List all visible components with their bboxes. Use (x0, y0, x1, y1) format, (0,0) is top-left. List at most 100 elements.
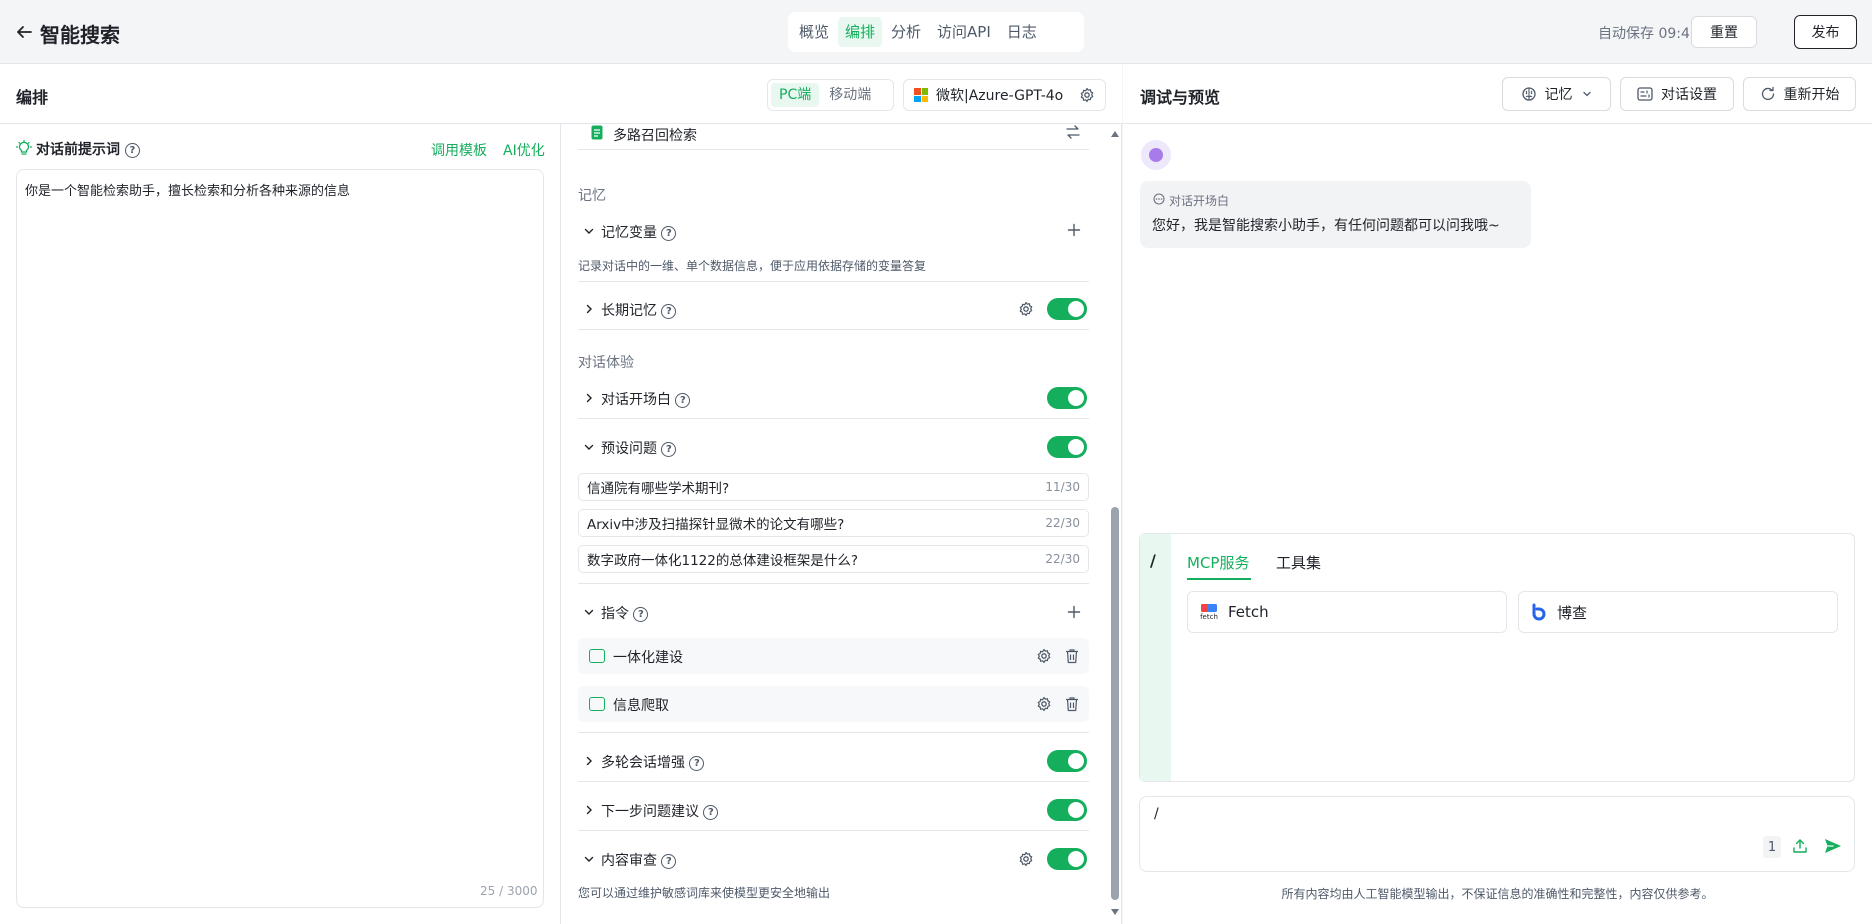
microsoft-logo-icon (914, 88, 928, 102)
trash-icon[interactable] (1065, 648, 1079, 664)
help-icon[interactable]: ? (633, 606, 649, 622)
gear-icon[interactable] (1079, 87, 1095, 103)
prompt-label: 对话前提示词 ? (36, 139, 140, 159)
help-icon[interactable]: ? (675, 392, 691, 408)
gear-icon[interactable] (1018, 301, 1034, 317)
send-icon[interactable] (1824, 838, 1842, 854)
multi-turn-label: 多轮会话增强 ? (601, 752, 705, 772)
command-icon (589, 649, 605, 663)
help-icon[interactable]: ? (661, 441, 677, 457)
help-icon[interactable]: ? (689, 755, 705, 771)
publish-button[interactable]: 发布 (1794, 15, 1857, 49)
chat-settings-button[interactable]: 对话设置 (1620, 77, 1734, 111)
chevron-down-icon (1581, 88, 1593, 100)
scroll-up-icon[interactable] (1110, 130, 1120, 138)
chevron-down-icon[interactable] (582, 224, 596, 238)
model-select[interactable]: 微软|Azure-GPT-4o (903, 79, 1106, 111)
scroll-down-icon[interactable] (1110, 908, 1120, 916)
multi-turn-text: 多轮会话增强 (601, 755, 685, 771)
gear-icon[interactable] (1036, 648, 1052, 664)
help-icon[interactable]: ? (661, 225, 677, 241)
assistant-avatar (1141, 140, 1171, 170)
next-suggest-text: 下一步问题建议 (601, 804, 699, 820)
chevron-right-icon[interactable] (582, 302, 596, 316)
chevron-down-icon[interactable] (582, 852, 596, 866)
opening-text: 对话开场白 (601, 392, 671, 408)
long-memory-toggle[interactable] (1047, 298, 1087, 320)
device-mobile[interactable]: 移动端 (821, 83, 879, 107)
tab-toolset[interactable]: 工具集 (1276, 552, 1321, 573)
switch-arrows-icon[interactable] (1065, 125, 1081, 139)
add-icon[interactable] (1067, 223, 1081, 237)
help-icon[interactable]: ? (661, 853, 677, 869)
preset-question-input[interactable]: 信通院有哪些学术期刊? 11/30 (578, 473, 1089, 501)
tool-name: 博查 (1557, 603, 1588, 622)
trash-icon[interactable] (1065, 696, 1079, 712)
chat-settings-label: 对话设置 (1661, 87, 1717, 103)
next-suggest-toggle[interactable] (1047, 799, 1087, 821)
reset-button[interactable]: 重置 (1691, 16, 1757, 48)
chat-input[interactable] (1139, 796, 1855, 872)
preset-question-input[interactable]: Arxiv中涉及扫描探针显微术的论文有哪些? 22/30 (578, 509, 1089, 537)
preset-questions-toggle[interactable] (1047, 436, 1087, 458)
gear-icon[interactable] (1036, 696, 1052, 712)
restart-button[interactable]: 重新开始 (1743, 77, 1856, 111)
chevron-right-icon[interactable] (582, 391, 596, 405)
chevron-right-icon[interactable] (582, 754, 596, 768)
prompt-text: 你是一个智能检索助手，擅长检索和分析各种来源的信息 (25, 184, 351, 199)
divider (578, 418, 1089, 419)
orchestration-title: 编排 (16, 88, 49, 107)
preset-questions-text: 预设问题 (601, 441, 657, 457)
scrollbar-thumb[interactable] (1111, 507, 1119, 900)
help-icon[interactable]: ? (703, 804, 719, 820)
multi-turn-toggle[interactable] (1047, 750, 1087, 772)
prompt-label-text: 对话前提示词 (36, 142, 120, 158)
fetch-logo: fetch (1198, 603, 1220, 621)
tab-mcp-services[interactable]: MCP服务 (1187, 552, 1249, 573)
preset-question-input[interactable]: 数字政府一体化1122的总体建设框架是什么? 22/30 (578, 545, 1089, 573)
tab-overview[interactable]: 概览 (792, 17, 836, 47)
divider (578, 281, 1089, 282)
memory-button-label: 记忆 (1544, 87, 1573, 103)
ai-optimize-link[interactable]: AI优化 (503, 140, 545, 160)
moderation-toggle[interactable] (1047, 848, 1087, 870)
opening-label: 对话开场白 ? (601, 389, 691, 409)
tools-sidebar (1140, 534, 1171, 781)
fetch-logo-text: fetch (1200, 613, 1218, 621)
prompt-char-count: 25 / 3000 (480, 884, 538, 898)
device-pc[interactable]: PC端 (771, 83, 820, 107)
opening-toggle[interactable] (1047, 387, 1087, 409)
tab-analysis[interactable]: 分析 (884, 17, 928, 47)
prompt-textarea[interactable] (16, 169, 544, 908)
column-divider (560, 124, 561, 924)
tab-api[interactable]: 访问API (930, 17, 998, 47)
memory-section-label: 记忆 (578, 188, 606, 204)
help-icon[interactable]: ? (661, 303, 677, 319)
question-text: Arxiv中涉及扫描探针显微术的论文有哪些? (587, 517, 845, 533)
command-label: 一体化建设 (613, 650, 683, 666)
chevron-down-icon[interactable] (582, 440, 596, 454)
settings-card-icon (1637, 87, 1653, 101)
memory-button[interactable]: 记忆 (1502, 77, 1611, 111)
back-arrow-icon[interactable] (12, 20, 36, 44)
active-tab-underline (1187, 578, 1251, 580)
help-icon[interactable]: ? (124, 142, 140, 158)
app-title: 智能搜索 (40, 23, 120, 47)
bocha-logo-icon (1529, 602, 1549, 622)
divider (578, 329, 1089, 330)
question-text: 数字政府一体化1122的总体建设框架是什么? (587, 553, 859, 569)
add-icon[interactable] (1067, 605, 1081, 619)
chevron-down-icon[interactable] (582, 605, 596, 619)
chevron-right-icon[interactable] (582, 803, 596, 817)
tool-card-bocha[interactable]: 博查 (1518, 591, 1838, 633)
call-template-link[interactable]: 调用模板 (431, 140, 487, 160)
disclaimer-text: 所有内容均由人工智能模型输出，不保证信息的准确性和完整性，内容仅供参考。 (1281, 887, 1714, 901)
tab-logs[interactable]: 日志 (1000, 17, 1044, 47)
upload-icon[interactable] (1792, 838, 1808, 854)
brain-icon (1521, 86, 1537, 102)
tool-card-fetch[interactable]: fetch Fetch (1187, 591, 1507, 633)
refresh-icon (1760, 86, 1776, 102)
commands-label: 指令 ? (601, 603, 649, 623)
tab-orchestration[interactable]: 编排 (838, 17, 883, 47)
gear-icon[interactable] (1018, 851, 1034, 867)
